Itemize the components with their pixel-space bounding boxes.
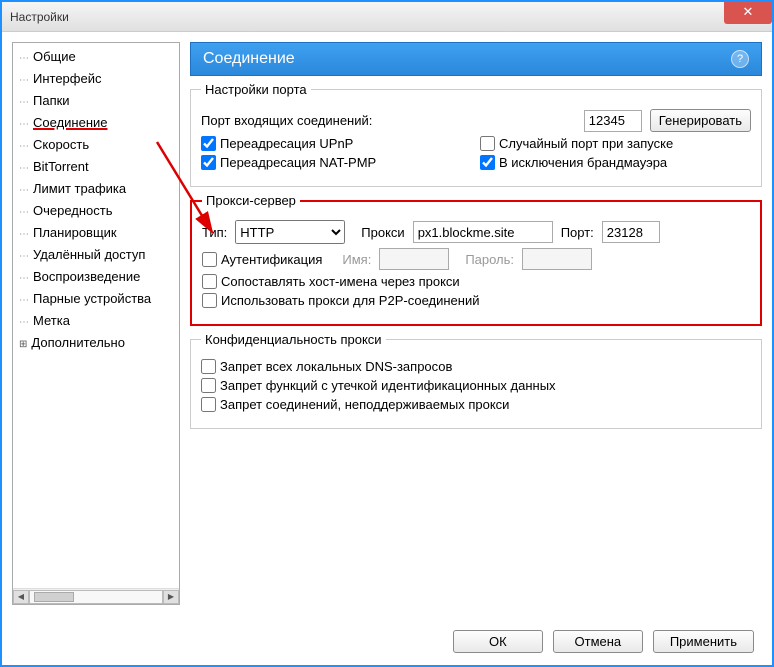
section-title: Соединение [203,50,295,68]
auth-checkbox-label[interactable]: Аутентификация [202,252,322,267]
tree-item-0[interactable]: Общие [19,47,179,69]
resolve-checkbox[interactable] [202,274,217,289]
tree-item-2[interactable]: Папки [19,91,179,113]
scroll-left-icon[interactable]: ◀ [13,590,29,604]
generate-port-button[interactable]: Генерировать [650,109,751,132]
proxy-host-input[interactable] [413,221,553,243]
tree-item-6[interactable]: Лимит трафика [19,179,179,201]
firewall-checkbox[interactable] [480,155,495,170]
unsupported-checkbox-label[interactable]: Запрет соединений, неподдерживаемых прок… [201,397,509,412]
auth-checkbox[interactable] [202,252,217,267]
section-header: Соединение ? [190,42,762,76]
upnp-checkbox-label[interactable]: Переадресация UPnP [201,136,353,151]
tree-scrollbar[interactable]: ◀ ▶ [13,588,179,604]
leak-checkbox-label[interactable]: Запрет функций с утечкой идентификационн… [201,378,556,393]
incoming-port-input[interactable] [584,110,642,132]
proxy-type-select[interactable]: HTTP [235,220,345,244]
tree-item-9[interactable]: Удалённый доступ [19,245,179,267]
dns-checkbox-label[interactable]: Запрет всех локальных DNS-запросов [201,359,452,374]
tree-item-11[interactable]: Парные устройства [19,289,179,311]
cancel-button[interactable]: Отмена [553,630,643,653]
resolve-checkbox-label[interactable]: Сопоставлять хост-имена через прокси [202,274,460,289]
scroll-right-icon[interactable]: ▶ [163,590,179,604]
auth-pass-input [522,248,592,270]
privacy-group: Конфиденциальность прокси Запрет всех ло… [190,332,762,429]
ok-button[interactable]: ОК [453,630,543,653]
titlebar: Настройки ✕ [2,2,772,32]
unsupported-checkbox[interactable] [201,397,216,412]
tree-item-10[interactable]: Воспроизведение [19,267,179,289]
tree-item-1[interactable]: Интерфейс [19,69,179,91]
random-port-checkbox[interactable] [480,136,495,151]
port-legend: Настройки порта [201,82,311,97]
proxy-type-label: Тип: [202,225,227,240]
natpmp-checkbox-label[interactable]: Переадресация NAT-PMP [201,155,376,170]
proxy-port-input[interactable] [602,221,660,243]
proxy-port-label: Порт: [561,225,594,240]
random-port-checkbox-label[interactable]: Случайный порт при запуске [480,136,673,151]
natpmp-checkbox[interactable] [201,155,216,170]
auth-user-input [379,248,449,270]
p2p-checkbox[interactable] [202,293,217,308]
tree-item-8[interactable]: Планировщик [19,223,179,245]
leak-checkbox[interactable] [201,378,216,393]
upnp-checkbox[interactable] [201,136,216,151]
p2p-checkbox-label[interactable]: Использовать прокси для P2P-соединений [202,293,479,308]
tree-item-7[interactable]: Очередность [19,201,179,223]
window-title: Настройки [10,10,764,24]
help-icon[interactable]: ? [731,50,749,68]
privacy-legend: Конфиденциальность прокси [201,332,386,347]
tree-item-4[interactable]: Скорость [19,135,179,157]
firewall-checkbox-label[interactable]: В исключения брандмауэра [480,155,667,170]
proxy-group: Прокси-сервер Тип: HTTP Прокси Порт: Аут… [190,193,762,326]
close-button[interactable]: ✕ [724,2,772,24]
category-tree: ОбщиеИнтерфейсПапкиСоединениеСкоростьBit… [12,42,180,605]
tree-item-13[interactable]: Дополнительно [19,333,179,355]
tree-item-12[interactable]: Метка [19,311,179,333]
tree-item-3[interactable]: Соединение [19,113,179,135]
proxy-legend: Прокси-сервер [202,193,300,208]
port-settings-group: Настройки порта Порт входящих соединений… [190,82,762,187]
tree-item-5[interactable]: BitTorrent [19,157,179,179]
auth-pass-label: Пароль: [465,252,514,267]
auth-user-label: Имя: [342,252,371,267]
incoming-port-label: Порт входящих соединений: [201,113,576,128]
proxy-host-label: Прокси [361,225,404,240]
apply-button[interactable]: Применить [653,630,754,653]
dns-checkbox[interactable] [201,359,216,374]
